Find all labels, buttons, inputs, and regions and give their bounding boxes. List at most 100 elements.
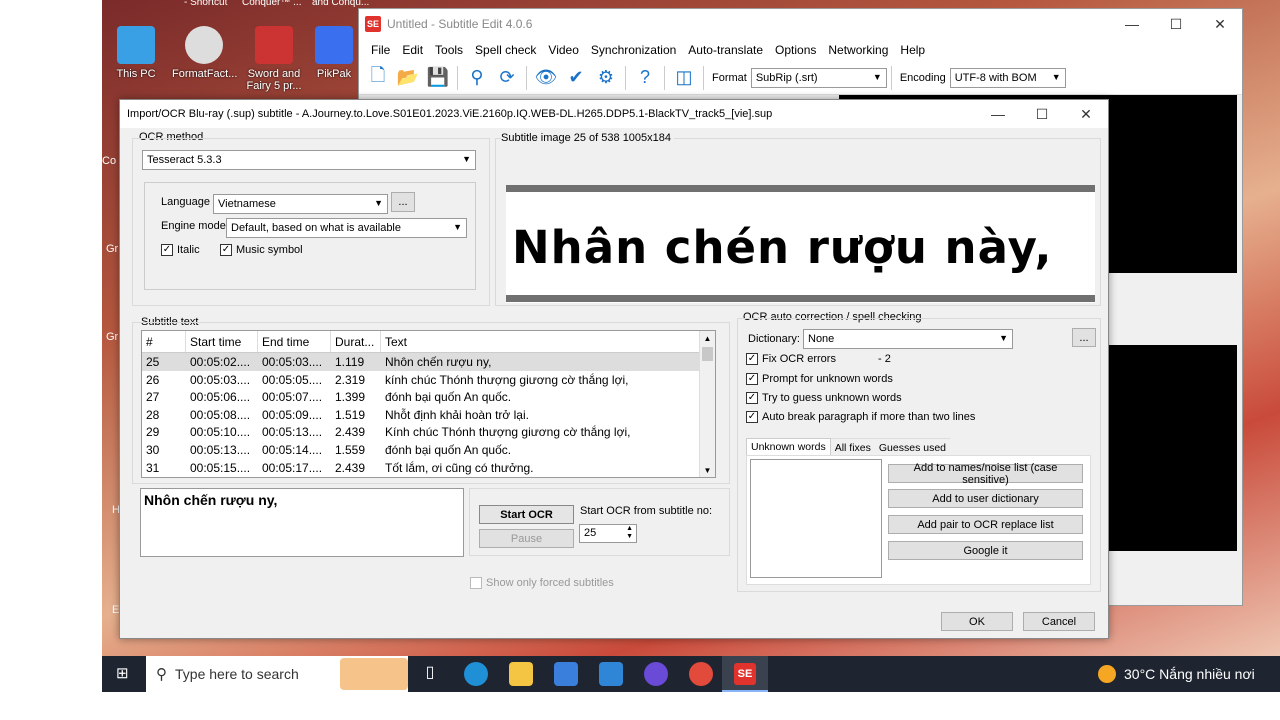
table-row[interactable]: 30 00:05:13.... 00:05:14.... 1.559 đónh bại … bbox=[142, 441, 715, 459]
column-header[interactable]: Start time bbox=[186, 331, 258, 352]
windows-start-icon[interactable]: ⊞ bbox=[116, 666, 132, 682]
close-button[interactable]: ✕ bbox=[1064, 100, 1108, 128]
replace-icon[interactable]: ⟳ bbox=[492, 63, 522, 93]
music-symbol-checkbox[interactable]: ✓ Music symbol bbox=[220, 244, 303, 257]
add-names-button[interactable]: Add to names/noise list (case sensitive) bbox=[888, 462, 1083, 486]
save-icon[interactable]: 💾 bbox=[423, 63, 453, 93]
fix-ocr-checkbox[interactable]: ✓ Fix OCR errors bbox=[746, 353, 836, 366]
scroll-down-icon: ▼ bbox=[703, 466, 712, 475]
engine-mode-dropdown[interactable]: Default, based on what is available ▼ bbox=[226, 218, 467, 238]
try-guess-checkbox[interactable]: ✓ Try to guess unknown words bbox=[746, 392, 902, 405]
store-icon[interactable] bbox=[554, 662, 578, 686]
prompt-unknown-checkbox[interactable]: ✓ Prompt for unknown words bbox=[746, 373, 893, 386]
table-row[interactable]: 25 00:05:02.... 00:05:03.... 1.119 Nhôn chến… bbox=[142, 353, 715, 371]
column-header[interactable]: Text bbox=[381, 331, 699, 352]
language-more-button[interactable]: ... bbox=[391, 192, 415, 212]
minimize-button[interactable]: — bbox=[976, 100, 1020, 128]
edge-browser-icon[interactable] bbox=[464, 662, 488, 686]
current-subtitle-text[interactable]: Nhôn chến rượu ny, bbox=[140, 488, 464, 557]
help-icon[interactable]: ? bbox=[630, 63, 660, 93]
column-header[interactable]: End time bbox=[258, 331, 331, 352]
search-icon[interactable]: ⚲ bbox=[462, 63, 492, 93]
add-user-dictionary-button[interactable]: Add to user dictionary bbox=[888, 489, 1083, 508]
menu-options[interactable]: Options bbox=[769, 43, 822, 57]
tab-guesses-used[interactable]: Guesses used bbox=[874, 438, 951, 456]
menu-synchronization[interactable]: Synchronization bbox=[585, 43, 682, 57]
desktop-icon-sword-fairy[interactable]: Sword and Fairy 5 pr... bbox=[242, 26, 306, 92]
scroll-thumb[interactable] bbox=[702, 347, 713, 361]
menu-edit[interactable]: Edit bbox=[396, 43, 429, 57]
encoding-dropdown[interactable]: UTF-8 with BOM ▼ bbox=[949, 67, 1066, 88]
desktop-icon-this-pc[interactable]: This PC bbox=[104, 26, 168, 80]
maximize-button[interactable]: ☐ bbox=[1020, 100, 1064, 128]
italic-checkbox[interactable]: ✓ Italic bbox=[161, 244, 200, 257]
new-file-icon[interactable]: 🗋 bbox=[363, 63, 393, 93]
checkbox-checked-icon: ✓ bbox=[746, 411, 758, 424]
menu-auto-translate[interactable]: Auto-translate bbox=[682, 43, 769, 57]
minimize-button[interactable]: — bbox=[1110, 9, 1154, 39]
visual-sync-icon[interactable]: 👁 bbox=[531, 63, 561, 93]
table-row[interactable]: 29 00:05:10.... 00:05:13.... 2.439 Kính chúc… bbox=[142, 423, 715, 441]
taskbar-search-box[interactable]: ⚲ Type here to search bbox=[146, 656, 408, 692]
table-cell: 1.119 bbox=[335, 355, 365, 369]
close-button[interactable]: ✕ bbox=[1198, 9, 1242, 39]
table-row[interactable]: 27 00:05:06.... 00:05:07.... 1.399 đónh bại … bbox=[142, 388, 715, 406]
file-explorer-icon[interactable] bbox=[509, 662, 533, 686]
spell-check-icon[interactable]: ✔ bbox=[561, 63, 591, 93]
mail-icon[interactable] bbox=[599, 662, 623, 686]
cancel-button[interactable]: Cancel bbox=[1023, 612, 1095, 631]
language-dropdown[interactable]: Vietnamese ▼ bbox=[213, 194, 388, 214]
settings-gear-icon[interactable]: ⚙ bbox=[591, 63, 621, 93]
auto-break-checkbox[interactable]: ✓ Auto break paragraph if more than two l… bbox=[746, 411, 975, 424]
desktop-icon-formatfactory[interactable]: FormatFact... bbox=[172, 26, 237, 80]
menu-spell-check[interactable]: Spell check bbox=[469, 43, 542, 57]
table-cell: 00:05:08.... bbox=[190, 407, 251, 422]
menu-video[interactable]: Video bbox=[542, 43, 584, 57]
table-row[interactable]: 26 00:05:03.... 00:05:05.... 2.319 kính chúc… bbox=[142, 371, 715, 389]
start-ocr-button[interactable]: Start OCR bbox=[479, 505, 574, 524]
menu-file[interactable]: File bbox=[365, 43, 396, 57]
add-ocr-pair-button[interactable]: Add pair to OCR replace list bbox=[888, 515, 1083, 534]
table-cell: kính chúc Thónh thượng giương cờ thắng l… bbox=[385, 372, 629, 387]
tab-unknown-words[interactable]: Unknown words bbox=[746, 438, 831, 456]
weather-text[interactable]: 30°C Nắng nhiều nơi bbox=[1124, 666, 1255, 682]
chevron-down-icon: ▼ bbox=[1051, 71, 1061, 82]
menu-tools[interactable]: Tools bbox=[429, 43, 469, 57]
show-forced-checkbox[interactable]: Show only forced subtitles bbox=[470, 577, 614, 590]
dictionary-dropdown[interactable]: None ▼ bbox=[803, 329, 1013, 349]
table-cell: Nhỗt định khải hoàn trở lại. bbox=[385, 407, 529, 422]
open-folder-icon[interactable]: 📂 bbox=[393, 63, 423, 93]
column-header[interactable]: Durat... bbox=[331, 331, 381, 352]
column-header[interactable]: # bbox=[142, 331, 186, 352]
google-it-button[interactable]: Google it bbox=[888, 541, 1083, 560]
tab-all-fixes[interactable]: All fixes bbox=[830, 438, 875, 456]
start-from-spinner[interactable]: 25 ▲ ▼ bbox=[579, 524, 637, 543]
task-view-icon[interactable]: ▯ bbox=[418, 662, 442, 686]
desktop-icon-pikpak[interactable]: PikPak bbox=[314, 26, 354, 80]
subtitle-edit-taskbar-button[interactable]: SE bbox=[722, 656, 768, 692]
menu-networking[interactable]: Networking bbox=[822, 43, 894, 57]
layout-icon[interactable]: ◫ bbox=[669, 63, 699, 93]
table-cell: đónh bại quốn An quốc. bbox=[385, 442, 512, 457]
table-cell: 00:05:14.... bbox=[262, 442, 323, 457]
fix-ocr-count: - 2 bbox=[878, 353, 891, 365]
scrollbar[interactable]: ▲ ▼ bbox=[699, 331, 715, 477]
menu-help[interactable]: Help bbox=[894, 43, 931, 57]
chrome-icon[interactable] bbox=[689, 662, 713, 686]
desktop-label: - Shortcut bbox=[184, 0, 228, 8]
media-app-icon[interactable] bbox=[644, 662, 668, 686]
table-cell: 2.439 bbox=[335, 425, 366, 440]
table-row[interactable]: 31 00:05:15.... 00:05:17.... 2.439 Tốt lắm, … bbox=[142, 459, 715, 477]
dictionary-more-button[interactable]: ... bbox=[1072, 328, 1096, 347]
ok-button[interactable]: OK bbox=[941, 612, 1013, 631]
table-cell: 00:05:15.... bbox=[190, 460, 251, 475]
maximize-button[interactable]: ☐ bbox=[1154, 9, 1198, 39]
ocr-method-dropdown[interactable]: Tesseract 5.3.3 ▼ bbox=[142, 150, 476, 170]
format-dropdown[interactable]: SubRip (.srt) ▼ bbox=[750, 67, 887, 88]
subtitle-table[interactable]: # Start time End time Durat... Text 25 00… bbox=[141, 330, 716, 478]
table-cell: 00:05:17.... bbox=[262, 460, 323, 475]
table-row[interactable]: 28 00:05:08.... 00:05:09.... 1.519 Nhỗt định… bbox=[142, 406, 715, 424]
pause-button[interactable]: Pause bbox=[479, 529, 574, 548]
table-cell: 1.519 bbox=[335, 407, 366, 422]
unknown-words-list[interactable] bbox=[750, 459, 882, 578]
